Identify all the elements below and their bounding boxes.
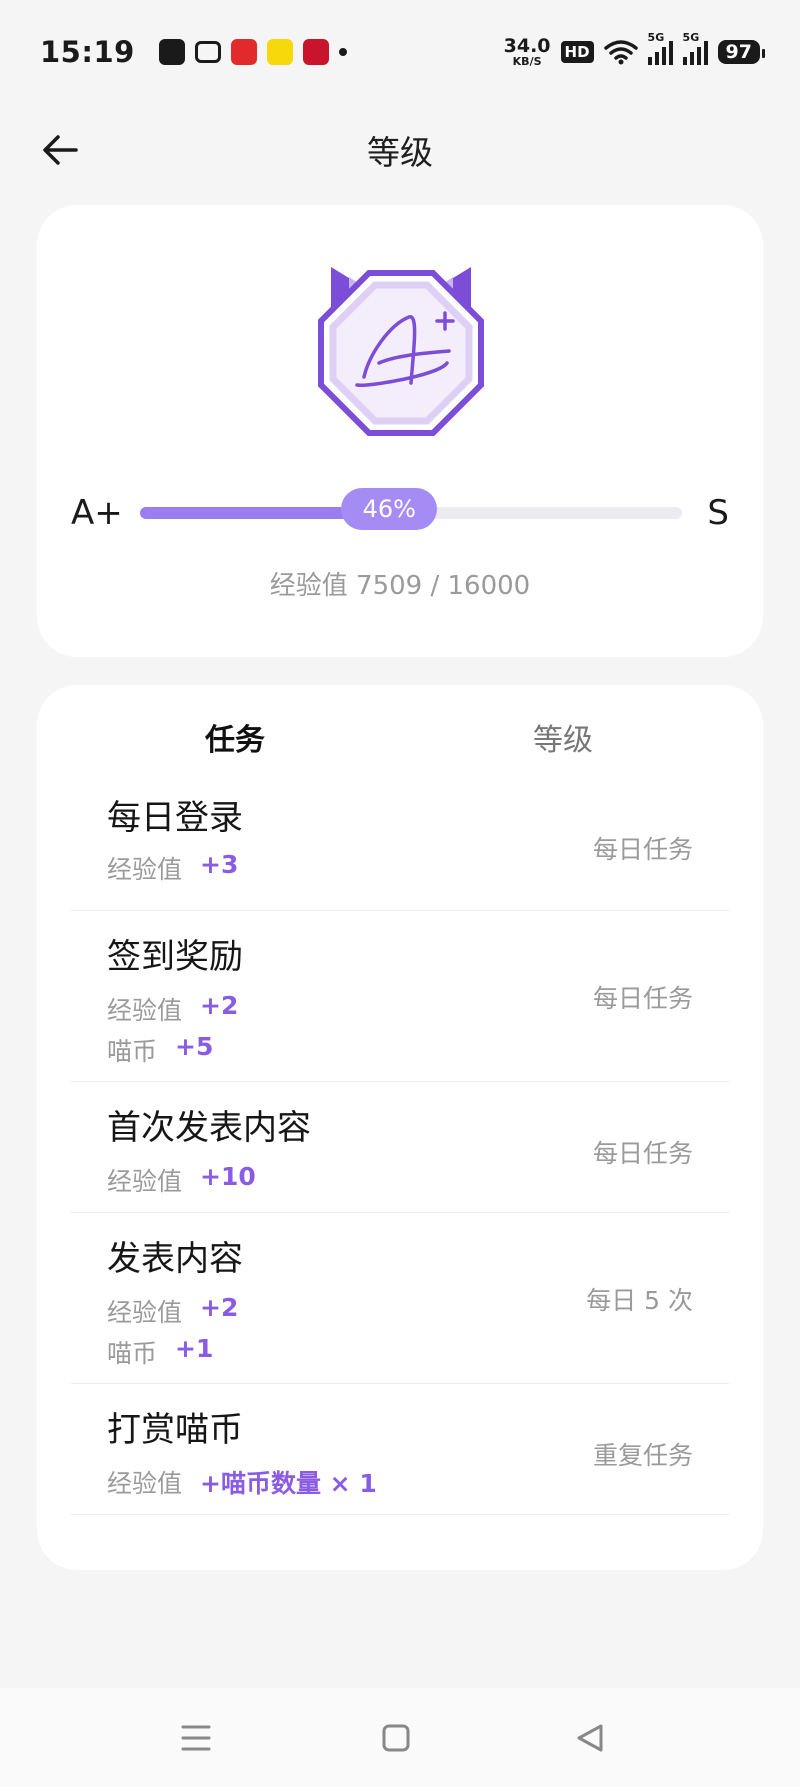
task-list: 每日登录 经验值 +3 每日任务 签到奖励 经验值 +2 喵币 +5 每日任务 — [71, 780, 729, 1515]
task-name: 签到奖励 — [107, 937, 243, 977]
reward-value: +10 — [200, 1162, 256, 1191]
net-speed-unit: KB/S — [512, 55, 542, 68]
wifi-icon — [603, 40, 638, 65]
task-name: 首次发表内容 — [107, 1108, 311, 1148]
system-icons: 34.0 KB/S HD 5G 5G 97 — [503, 31, 766, 68]
progress-percent-pill: 46% — [341, 488, 438, 530]
signal-5g-1-icon: 5G — [647, 31, 673, 65]
task-reward: 经验值 +3 — [107, 850, 238, 886]
status-bar: 15:19 34.0 KB/S HD 5G 5G 97 — [0, 0, 800, 104]
tv-app-icon — [194, 41, 221, 63]
status-time: 15:19 — [40, 35, 135, 69]
task-reward: 经验值 +2 — [107, 1293, 238, 1329]
music-app-icon — [230, 39, 257, 65]
tab-tasks[interactable]: 任务 — [205, 715, 265, 759]
page-title: 等级 — [367, 133, 433, 172]
reward-label: 经验值 — [107, 996, 183, 1025]
task-row-first-post[interactable]: 首次发表内容 经验值 +10 每日任务 — [71, 1082, 729, 1213]
level-page: 15:19 34.0 KB/S HD 5G 5G 97 等级 A+ 46% S … — [0, 0, 800, 1787]
tab-levels[interactable]: 等级 — [533, 715, 593, 759]
task-reward: 喵币 +1 — [107, 1334, 213, 1370]
app-notification-icon — [158, 39, 185, 65]
level-badge-icon — [318, 267, 484, 436]
task-type: 每日任务 — [592, 835, 693, 864]
battery-icon: 97 — [717, 40, 766, 64]
reward-label: 经验值 — [107, 1298, 183, 1327]
task-row-post-content[interactable]: 发表内容 经验值 +2 喵币 +1 每日 5 次 — [71, 1213, 729, 1384]
tabs: 任务 等级 — [37, 685, 763, 785]
reward-label: 经验值 — [107, 855, 183, 884]
home-square-icon — [382, 1724, 410, 1752]
app-header: 等级 — [0, 104, 800, 192]
hd-voice-badge: HD — [560, 41, 594, 63]
task-name: 打赏喵币 — [107, 1410, 243, 1450]
task-reward: 经验值 +2 — [107, 991, 238, 1027]
task-type: 每日 5 次 — [586, 1286, 693, 1315]
reward-value: +2 — [200, 991, 239, 1020]
menu-icon — [181, 1725, 211, 1751]
reward-label: 经验值 — [107, 1167, 183, 1196]
reward-value: +3 — [200, 850, 239, 879]
level-progress-bar: 46% — [140, 488, 682, 530]
yellow-app-icon — [266, 39, 293, 65]
reward-value: +5 — [175, 1032, 214, 1061]
tasks-card: 任务 等级 每日登录 经验值 +3 每日任务 签到奖励 经验值 +2 喵币 +5… — [37, 685, 763, 1570]
task-reward: 经验值 +10 — [107, 1162, 256, 1198]
system-back-button[interactable] — [568, 1716, 612, 1760]
home-button[interactable] — [374, 1716, 418, 1760]
reward-value: +2 — [200, 1293, 239, 1322]
signal-1-label: 5G — [647, 31, 665, 44]
network-speed: 34.0 KB/S — [503, 35, 551, 68]
bank-app-icon — [302, 39, 329, 65]
reward-label: 喵币 — [107, 1037, 158, 1066]
task-row-tip-coins[interactable]: 打赏喵币 经验值 +喵币数量 × 1 重复任务 — [71, 1384, 729, 1515]
level-card: A+ 46% S 经验值 7509 / 16000 — [37, 205, 763, 657]
task-type: 重复任务 — [592, 1441, 693, 1470]
task-reward: 经验值 +喵币数量 × 1 — [107, 1464, 377, 1500]
net-speed-value: 34.0 — [503, 35, 551, 57]
task-row-daily-login[interactable]: 每日登录 经验值 +3 每日任务 — [71, 780, 729, 911]
next-grade-label: S — [707, 493, 729, 533]
signal-2-label: 5G — [682, 31, 700, 44]
experience-text: 经验值 7509 / 16000 — [269, 571, 531, 601]
reward-label: 经验值 — [107, 1469, 183, 1498]
task-row-checkin-reward[interactable]: 签到奖励 经验值 +2 喵币 +5 每日任务 — [71, 911, 729, 1082]
system-navigation-bar — [0, 1688, 800, 1787]
task-reward: 喵币 +5 — [107, 1032, 213, 1068]
back-triangle-icon — [577, 1724, 603, 1752]
menu-button[interactable] — [174, 1716, 218, 1760]
current-grade-label: A+ — [71, 493, 123, 533]
signal-5g-2-icon: 5G — [682, 31, 708, 65]
notification-icons — [158, 39, 347, 65]
reward-value: +喵币数量 × 1 — [200, 1469, 377, 1498]
reward-value: +1 — [175, 1334, 214, 1363]
reward-label: 喵币 — [107, 1339, 158, 1368]
task-type: 每日任务 — [592, 1139, 693, 1168]
task-name: 发表内容 — [107, 1239, 243, 1279]
more-notifications-dot-icon — [338, 48, 347, 56]
task-name: 每日登录 — [107, 798, 243, 838]
task-type: 每日任务 — [592, 984, 693, 1013]
